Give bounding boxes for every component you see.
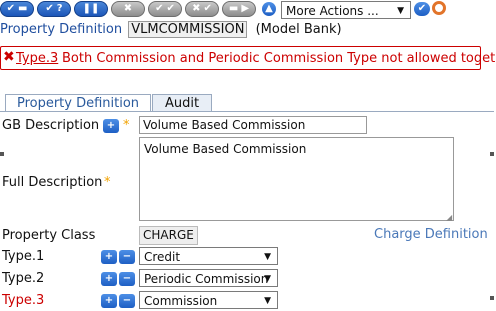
type-2-value: Periodic Commission — [144, 272, 269, 286]
header-label: Property Definition — [0, 22, 123, 37]
chevron-down-icon: ▼ — [264, 274, 271, 284]
chevron-down-icon: ▼ — [397, 6, 404, 16]
page-header: Property Definition VLMCOMMISSION (Model… — [0, 21, 342, 38]
plus-icon[interactable]: + — [101, 294, 117, 308]
error-message: Both Commission and Periodic Commission … — [62, 51, 496, 66]
full-description-textarea[interactable]: Volume Based Commission — [139, 137, 454, 221]
gb-description-label: GB Description — [2, 118, 100, 133]
chevron-down-icon: ▼ — [264, 252, 271, 262]
type-3-expand-controls[interactable]: + − — [101, 294, 135, 308]
help-lifebuoy-icon[interactable] — [432, 1, 446, 15]
hold-button[interactable]: ❚❚ — [74, 1, 108, 17]
edge-marker — [490, 296, 494, 300]
plus-icon[interactable]: + — [101, 250, 117, 264]
property-class-value: CHARGE — [139, 226, 198, 245]
tab-audit[interactable]: Audit — [152, 94, 212, 112]
required-star: * — [104, 175, 111, 190]
chevron-down-icon: ▼ — [264, 296, 271, 306]
tab-label: Audit — [164, 96, 200, 111]
go-button[interactable]: ✔ — [414, 2, 430, 16]
validate-button[interactable]: ✔? — [37, 1, 71, 17]
type-2-label: Type.2 — [2, 271, 45, 286]
full-description-label: Full Description — [2, 175, 103, 190]
plus-icon[interactable]: + — [101, 272, 117, 286]
charge-definition-link[interactable]: Charge Definition — [374, 227, 488, 242]
type-3-value: Commission — [144, 294, 218, 308]
record-id: VLMCOMMISSION — [128, 21, 248, 38]
authorise-button[interactable]: ✔ ✔ — [148, 1, 182, 17]
minus-icon[interactable]: − — [119, 272, 135, 286]
minus-icon[interactable]: − — [119, 250, 135, 264]
error-banner: ✖ Type.3 Both Commission and Periodic Co… — [0, 46, 496, 70]
resize-handle-icon[interactable]: ◢ — [446, 213, 452, 222]
up-arrow-icon[interactable]: ▲ — [262, 2, 276, 16]
type-3-label: Type.3 — [2, 293, 45, 308]
plus-icon: + — [103, 119, 119, 133]
reverse-button[interactable]: ✖ ✔ — [185, 1, 219, 17]
required-star: * — [123, 118, 130, 133]
property-class-label: Property Class — [2, 228, 96, 243]
view-button[interactable]: ▬ ▶ — [222, 1, 256, 17]
tab-divider — [0, 111, 494, 112]
gb-description-input[interactable]: Volume Based Commission — [139, 116, 367, 134]
delete-button[interactable]: ✖ — [111, 1, 145, 17]
type-1-expand-controls[interactable]: + − — [101, 250, 135, 264]
more-actions-label: More Actions ... — [286, 4, 379, 18]
error-icon: ✖ — [3, 49, 15, 65]
type-2-select[interactable]: Periodic Commission ▼ — [139, 269, 278, 287]
tab-property-definition[interactable]: Property Definition — [5, 94, 151, 112]
error-field-link[interactable]: Type.3 — [16, 51, 58, 66]
more-actions-select[interactable]: More Actions ... ▼ — [281, 1, 411, 19]
company-label: (Model Bank) — [255, 22, 342, 37]
type-1-select[interactable]: Credit ▼ — [139, 247, 278, 265]
type-2-expand-controls[interactable]: + − — [101, 272, 135, 286]
commit-button[interactable]: ✔ ▬ — [0, 1, 34, 17]
type-3-select[interactable]: Commission ▼ — [139, 291, 278, 309]
type-1-value: Credit — [144, 250, 181, 264]
minus-icon[interactable]: − — [119, 294, 135, 308]
edge-marker — [0, 152, 4, 156]
edge-marker — [490, 152, 494, 156]
tab-label: Property Definition — [16, 96, 140, 111]
type-1-label: Type.1 — [2, 249, 45, 264]
expand-field-button[interactable]: + — [103, 119, 119, 133]
